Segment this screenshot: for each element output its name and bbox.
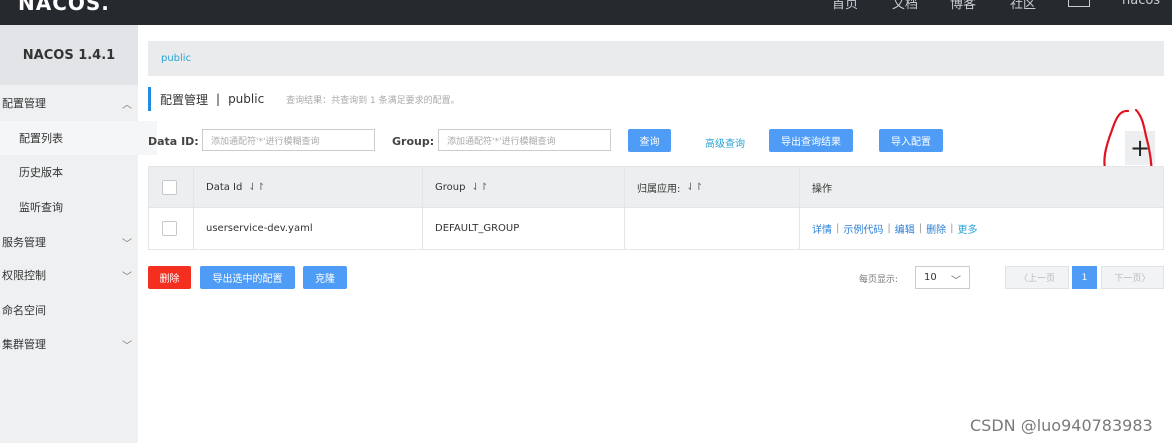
- op-edit-link[interactable]: 编辑: [895, 221, 915, 236]
- page-1-button[interactable]: 1: [1072, 266, 1097, 289]
- sidebar-item-label: 历史版本: [19, 166, 63, 179]
- page-size-label: 每页显示:: [859, 275, 899, 285]
- clone-button[interactable]: 克隆: [303, 266, 347, 289]
- chevron-up-icon: ︿: [122, 100, 132, 111]
- namespace-bar: public: [148, 41, 1164, 76]
- chevron-down-icon: ﹀: [122, 341, 132, 352]
- chevron-right-icon: 〉: [1141, 274, 1151, 284]
- sidebar-item-history[interactable]: 历史版本: [0, 155, 157, 189]
- sidebar-item-label: 配置列表: [19, 132, 63, 145]
- row-checkbox[interactable]: [162, 221, 177, 236]
- group-search-input[interactable]: 添加通配符'*'进行模糊查询: [438, 129, 611, 151]
- language-toggle[interactable]: [1068, 0, 1090, 7]
- sidebar-item-config-management[interactable]: 配置管理 ︿: [0, 86, 140, 120]
- sort-icon[interactable]: ⇃↾: [248, 182, 265, 193]
- row-select-cell: [149, 208, 193, 249]
- delete-selected-button[interactable]: 删除: [148, 266, 191, 289]
- dataid-search-input[interactable]: 添加通配符'*'进行模糊查询: [202, 129, 375, 151]
- cell-group: DEFAULT_GROUP: [435, 223, 520, 234]
- user-menu[interactable]: nacos: [1122, 0, 1160, 8]
- page-title: 配置管理 | public 查询结果：共查询到 1 条满足要求的配置。: [148, 87, 460, 111]
- sort-icon[interactable]: ⇃↾: [471, 182, 488, 193]
- sidebar-item-access-control[interactable]: 权限控制 ﹀: [0, 258, 140, 292]
- export-selected-button[interactable]: 导出选中的配置: [200, 266, 295, 289]
- table-header-row: Data Id ⇃↾ Group ⇃↾ 归属应用: ⇃↾ 操作: [149, 167, 1163, 207]
- sidebar-item-namespace[interactable]: 命名空间: [0, 293, 140, 327]
- nav-blog[interactable]: 博客: [950, 0, 976, 12]
- sidebar-item-label: 监听查询: [19, 201, 63, 214]
- chevron-left-icon: 〈: [1018, 274, 1028, 284]
- column-header-operations: 操作: [812, 183, 832, 195]
- sidebar-item-label: 命名空间: [2, 304, 46, 317]
- op-detail-link[interactable]: 详情: [812, 221, 832, 236]
- page-size-select[interactable]: 10 ﹀: [915, 266, 970, 289]
- sidebar-item-label: 配置管理: [2, 97, 46, 110]
- column-header-group[interactable]: Group ⇃↾: [422, 167, 624, 207]
- nav-home[interactable]: 首页: [832, 0, 858, 12]
- import-config-button[interactable]: 导入配置: [879, 129, 943, 152]
- csdn-watermark: CSDN @luo940783983: [970, 416, 1153, 435]
- title-separator: |: [216, 92, 221, 106]
- chevron-down-icon: ﹀: [122, 239, 132, 250]
- cell-dataid: userservice-dev.yaml: [206, 223, 313, 234]
- table-row: userservice-dev.yaml DEFAULT_GROUP 详情 | 示…: [149, 207, 1163, 249]
- sidebar-item-label: 权限控制: [2, 269, 46, 282]
- sidebar-item-config-list[interactable]: 配置列表: [0, 121, 157, 155]
- group-label: Group:: [392, 135, 435, 148]
- config-table: Data Id ⇃↾ Group ⇃↾ 归属应用: ⇃↾ 操作 userservice…: [148, 166, 1164, 250]
- sidebar-item-cluster-management[interactable]: 集群管理 ﹀: [0, 327, 140, 361]
- sidebar: NACOS 1.4.1 配置管理 ︿ 配置列表 历史版本 监听查询 服务管理 ﹀…: [0, 25, 157, 443]
- column-header-dataid[interactable]: Data Id ⇃↾: [193, 167, 422, 207]
- sidebar-item-label: 服务管理: [2, 236, 46, 249]
- page-title-text: 配置管理: [160, 92, 209, 107]
- prev-page-button[interactable]: 〈上一页: [1005, 266, 1069, 289]
- op-sample-code-link[interactable]: 示例代码: [843, 221, 883, 236]
- nacos-logo[interactable]: NACOS.: [18, 0, 110, 15]
- query-button[interactable]: 查询: [628, 129, 671, 152]
- next-page-button[interactable]: 下一页〉: [1101, 266, 1164, 289]
- nav-docs[interactable]: 文档: [892, 0, 918, 12]
- column-header-app[interactable]: 归属应用: ⇃↾: [624, 167, 799, 207]
- op-delete-link[interactable]: 删除: [926, 221, 946, 236]
- page-size-value: 10: [924, 272, 937, 283]
- sidebar-item-listener-query[interactable]: 监听查询: [0, 190, 157, 224]
- cell-operations: 详情 | 示例代码 | 编辑 | 删除 | 更多: [812, 221, 978, 236]
- nav-community[interactable]: 社区: [1010, 0, 1036, 12]
- dataid-label: Data ID:: [148, 135, 199, 148]
- cell-app: [624, 208, 799, 249]
- chevron-down-icon: ﹀: [122, 272, 132, 283]
- product-version: NACOS 1.4.1: [0, 25, 138, 85]
- select-all-cell: [149, 167, 193, 207]
- sidebar-item-service-management[interactable]: 服务管理 ﹀: [0, 225, 140, 259]
- sidebar-item-label: 集群管理: [2, 338, 46, 351]
- chevron-down-icon: ﹀: [951, 276, 961, 287]
- current-namespace: public: [228, 92, 265, 106]
- namespace-public-link[interactable]: public: [161, 53, 191, 64]
- op-more-link[interactable]: 更多: [958, 221, 978, 236]
- top-navbar: NACOS. 首页 文档 博客 社区 nacos: [0, 0, 1172, 25]
- select-all-checkbox[interactable]: [162, 179, 177, 195]
- result-hint: 查询结果：共查询到 1 条满足要求的配置。: [286, 95, 460, 106]
- sort-icon[interactable]: ⇃↾: [686, 182, 703, 193]
- advanced-query-link[interactable]: 高级查询: [705, 135, 745, 150]
- export-results-button[interactable]: 导出查询结果: [769, 129, 853, 152]
